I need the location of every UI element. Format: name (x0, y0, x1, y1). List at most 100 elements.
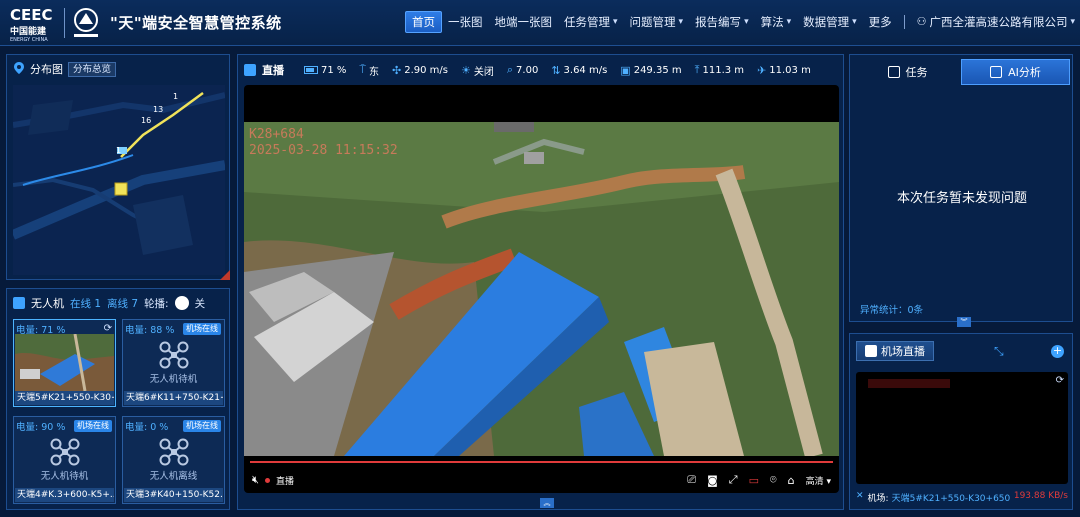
map-panel-title: 分布图 (30, 63, 63, 76)
task-analysis-panel: 任务 AI分析 本次任务暂未发现问题 异常统计：0条 ︾ (849, 54, 1073, 327)
nav-issue-management[interactable]: 问题管理 ▾ (624, 11, 690, 33)
nav-more[interactable]: 更多 (863, 11, 898, 33)
refresh-icon[interactable]: ⟳ (1056, 375, 1064, 386)
map-marker-label: 13 (153, 105, 163, 114)
tab-task[interactable]: 任务 (854, 59, 961, 85)
expand-up-button[interactable]: ︽ (540, 498, 554, 508)
distance-icon: ▣ (620, 63, 631, 77)
collapse-button[interactable]: ︾ (957, 317, 971, 327)
no-issue-message: 本次任务暂未发现问题 (896, 191, 1027, 206)
compass-icon: ⍑ (359, 63, 367, 76)
chevron-down-icon: ▾ (678, 17, 684, 27)
nav-algorithm[interactable]: 算法 ▾ (755, 11, 798, 33)
quality-selector[interactable]: 高清 ▾ (806, 474, 831, 487)
airport-video[interactable]: ⟳ (856, 372, 1068, 484)
stream-icon[interactable]: ▭ (749, 474, 759, 487)
nav-report-writing[interactable]: 报告编写 ▾ (689, 11, 755, 33)
nav-home[interactable]: 首页 (405, 11, 442, 33)
drone-state: 无人机待机 (149, 374, 198, 385)
osd-time: 2025-03-28 11:15:32 (249, 143, 398, 158)
system-title: "天"端安全智慧管控系统 (110, 14, 282, 32)
drone-panel-header: 无人机 在线 1 离线 7 轮播: 关 (13, 295, 205, 311)
expand-icon[interactable]: ⤡ (994, 344, 1004, 359)
tab-ai-analysis[interactable]: AI分析 (961, 59, 1070, 85)
drone-placeholder: 无人机待机 (124, 335, 223, 391)
airport-status-badge: 机场在线 (183, 420, 221, 432)
chevron-down-icon: ▾ (744, 17, 749, 27)
airport-footer: ✕ 机场: 天端5#K21+550-K30+650 193.88 KB/s (856, 491, 1068, 504)
logo-cn: 中国能建 (10, 27, 47, 37)
battery-icon (304, 66, 318, 74)
airport-label: 机场: (867, 494, 889, 504)
drone-card[interactable]: 电量: 71 % ⟳ 天端5#K21+550-K30+650 (13, 319, 116, 407)
add-icon[interactable]: + (1051, 344, 1064, 358)
drone-name: 天端4#K.3+600-K5+... (15, 488, 114, 502)
close-icon[interactable]: ✕ (856, 491, 864, 504)
live-indicator-dot (264, 477, 270, 483)
airport-live-button[interactable]: 机场直播 (856, 341, 934, 361)
logo-en: ENERGY CHINA (10, 37, 48, 43)
logo-divider (64, 8, 65, 38)
telemetry-direction: ⍑ 东 (359, 63, 380, 78)
carousel-state: 关 (194, 297, 206, 310)
airport-name: 天端5#K21+550-K30+650 (891, 494, 1011, 504)
aerial-video-feed (244, 122, 839, 456)
carousel-toggle[interactable] (174, 296, 189, 310)
airport-live-icon (865, 345, 877, 357)
fan-icon: ✣ (392, 63, 402, 77)
user-icon: ⚇ (916, 15, 927, 28)
drone-card[interactable]: 电量: 90 % 机场在线 无人机待机 天端4#K.3+600-K5+... (13, 416, 116, 504)
chevron-down-icon: ▾ (1070, 17, 1076, 27)
map-marker-label: 16 (141, 116, 151, 125)
nav-ground-map[interactable]: 地端一张图 (489, 11, 559, 33)
nav-one-map[interactable]: 一张图 (442, 11, 489, 33)
mute-icon[interactable]: 🔇︎ (252, 473, 259, 487)
video-player[interactable]: K28+684 2025-03-28 11:15:32 🔇︎ 直播 ⎚ ◙ ⤢ … (244, 85, 839, 493)
map-panel-header: 分布图 分布总览 (13, 61, 117, 77)
offline-count: 离线 7 (107, 297, 139, 310)
logo-text: CEEC (10, 6, 53, 24)
telemetry-battery: 71 % (304, 65, 346, 76)
drone-panel-icon (13, 297, 25, 309)
drone-panel-title: 无人机 (31, 297, 64, 310)
distribution-map-panel: 分布图 分布总览 1 13 16 1 (6, 54, 230, 280)
nav-task-management[interactable]: 任务管理 ▾ (558, 11, 624, 33)
company-logo: CEEC 中国能建 ENERGY CHINA (10, 6, 62, 43)
screenshot-icon[interactable]: ⌾ (770, 473, 777, 487)
company-selector[interactable]: ⚇ 广西全灌高速公路有限公司 ▾ (911, 11, 1080, 33)
map-marker-label: 1 (116, 146, 121, 155)
record-icon[interactable]: ⎚ (687, 473, 696, 487)
nav-data-management[interactable]: 数据管理 ▾ (797, 11, 863, 33)
live-label: 直播 (262, 64, 284, 77)
drone-card[interactable]: 电量: 88 % 机场在线 无人机待机 天端6#K11+750-K21+550 (122, 319, 225, 407)
telemetry-height: ⤒ 111.3 m (694, 63, 745, 76)
light-icon: ☀ (461, 63, 471, 77)
chevron-down-icon: ▾ (826, 476, 831, 487)
drone-view-icon[interactable]: ⌂ (788, 474, 795, 487)
drone-camera-thumbnail (15, 334, 114, 391)
drone-icon (50, 438, 79, 466)
control-live-label: 直播 (275, 476, 294, 487)
airport-status-badge: 机场在线 (74, 420, 112, 432)
map-pin-icon (13, 61, 25, 77)
drone-name: 天端6#K11+750-K21+550 (124, 391, 223, 405)
distribution-map[interactable]: 1 13 16 1 (13, 85, 225, 275)
task-tabs: 任务 AI分析 (854, 59, 1070, 85)
drone-placeholder: 无人机待机 (15, 432, 114, 488)
vertical-speed-icon: ⇅ (551, 63, 561, 77)
chevron-down-icon: ▾ (786, 17, 792, 27)
map-marker-label: 1 (173, 92, 178, 101)
refresh-icon[interactable]: ⟳ (104, 323, 112, 334)
camera-icon[interactable]: ◙ (707, 474, 718, 487)
fullscreen-icon[interactable]: ⤢ (729, 473, 738, 487)
abnormal-stats: 异常统计：0条 (860, 305, 924, 316)
drone-card[interactable]: 电量: 0 % 机场在线 无人机离线 天端3#K40+150-K52... (122, 416, 225, 504)
altitude-icon: ⤒ (694, 63, 700, 76)
main-nav: 首页 一张图 地端一张图 任务管理 ▾ 问题管理 ▾ 报告编写 ▾ 算法 ▾ 数据管理 ▾… (405, 11, 1080, 33)
telemetry-zoom: ⌕ 7.00 (506, 63, 539, 76)
map-overview-button[interactable]: 分布总览 (68, 61, 117, 77)
video-progress-bar[interactable] (250, 461, 833, 463)
zoom-icon: ⌕ (506, 63, 514, 76)
airport-live-header: 机场直播 ⤡ + (856, 340, 1068, 362)
drone-state: 无人机离线 (149, 471, 198, 482)
